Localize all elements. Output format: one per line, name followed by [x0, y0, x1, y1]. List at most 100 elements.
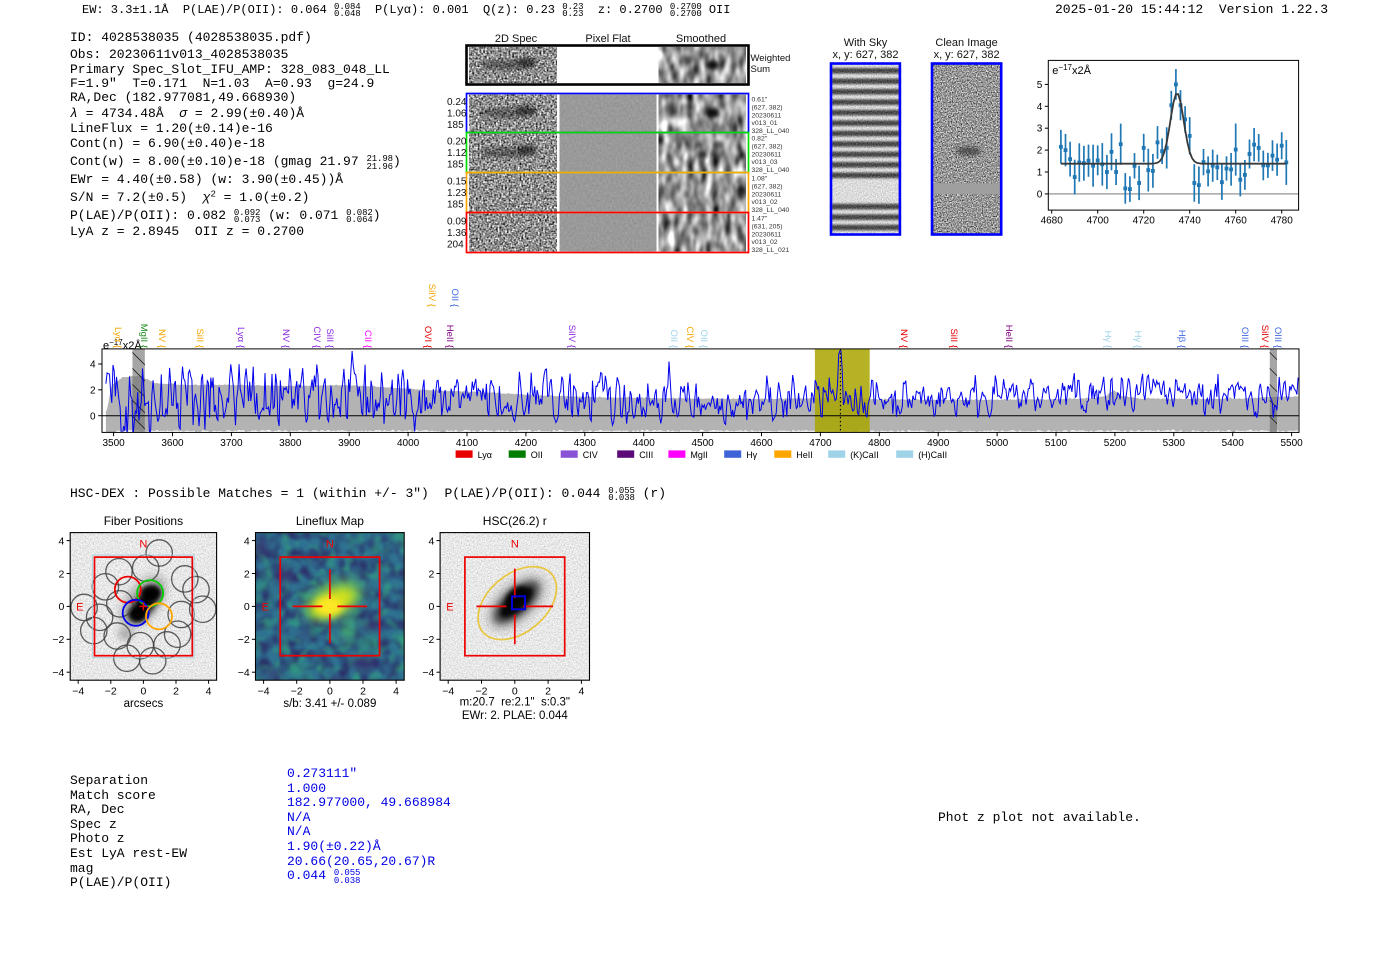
svg-text:5300: 5300 [1163, 438, 1186, 449]
svg-text:SiII {: SiII { [194, 328, 205, 348]
svg-text:328_LL_040: 328_LL_040 [752, 167, 790, 174]
svg-text:0: 0 [327, 686, 333, 698]
svg-text:1.36: 1.36 [447, 228, 467, 239]
svg-text:328_LL_040: 328_LL_040 [752, 207, 790, 214]
svg-text:3900: 3900 [338, 438, 361, 449]
svg-text:1.08": 1.08" [752, 176, 768, 183]
svg-text:NV {: NV { [280, 329, 291, 348]
svg-text:185: 185 [447, 200, 464, 211]
svg-text:SiIV {: SiIV { [426, 284, 437, 307]
svg-text:x, y: 627, 382: x, y: 627, 382 [832, 49, 898, 61]
svg-text:0: 0 [59, 601, 65, 613]
svg-text:s/b: 3.41 +/- 0.089: s/b: 3.41 +/- 0.089 [283, 698, 376, 710]
svg-text:2: 2 [244, 568, 250, 580]
svg-text:1: 1 [1037, 168, 1043, 179]
svg-text:0.09: 0.09 [447, 217, 467, 228]
svg-text:Clean Image: Clean Image [935, 37, 997, 49]
svg-text:328_LL_040: 328_LL_040 [752, 128, 790, 135]
svg-text:5200: 5200 [1104, 438, 1127, 449]
svg-text:4: 4 [393, 686, 399, 698]
svg-text:0: 0 [140, 686, 146, 698]
svg-text:4000: 4000 [397, 438, 420, 449]
svg-text:v013_02: v013_02 [752, 239, 778, 246]
svg-text:HSC(26.2) r: HSC(26.2) r [483, 514, 547, 528]
svg-text:Lyα {: Lyα { [235, 327, 246, 348]
svg-text:204: 204 [447, 240, 464, 251]
svg-text:20230611: 20230611 [752, 231, 782, 238]
svg-text:5: 5 [1037, 80, 1043, 91]
svg-text:(631, 205): (631, 205) [752, 223, 783, 230]
svg-text:−2: −2 [422, 634, 434, 646]
svg-text:1.12: 1.12 [447, 148, 467, 159]
svg-text:5000: 5000 [986, 438, 1009, 449]
svg-text:OIII {: OIII { [1272, 327, 1283, 348]
svg-text:(627, 382): (627, 382) [752, 104, 783, 111]
svg-text:E: E [262, 602, 269, 614]
svg-text:SiIV {: SiIV { [1259, 325, 1270, 348]
svg-text:Lineflux Map: Lineflux Map [296, 514, 364, 528]
svg-text:v013_03: v013_03 [752, 159, 778, 166]
svg-text:185: 185 [447, 120, 464, 131]
svg-text:OII {: OII { [668, 330, 679, 348]
svg-text:−4: −4 [238, 667, 250, 679]
svg-text:e−17x2Å: e−17x2Å [1052, 63, 1091, 77]
svg-text:5100: 5100 [1045, 438, 1068, 449]
svg-text:1.23: 1.23 [447, 188, 467, 199]
svg-text:−2: −2 [52, 634, 64, 646]
svg-text:3600: 3600 [161, 438, 184, 449]
svg-text:4700: 4700 [1087, 215, 1110, 226]
svg-text:Lyα: Lyα [478, 450, 492, 460]
svg-text:NV {: NV { [898, 329, 909, 348]
svg-text:SiII {: SiII { [948, 328, 959, 348]
svg-text:3700: 3700 [220, 438, 243, 449]
svg-text:HeII: HeII [796, 450, 813, 460]
svg-text:0.15: 0.15 [447, 177, 467, 188]
svg-text:0: 0 [1037, 189, 1043, 200]
svg-text:4: 4 [1037, 102, 1043, 113]
svg-text:CII {: CII { [362, 330, 373, 348]
svg-text:4400: 4400 [633, 438, 656, 449]
svg-text:OII: OII [531, 450, 543, 460]
svg-text:−4: −4 [422, 667, 434, 679]
svg-text:Fiber Positions: Fiber Positions [104, 514, 183, 528]
svg-text:4: 4 [206, 686, 212, 698]
svg-text:4680: 4680 [1041, 215, 1064, 226]
svg-text:CIV {: CIV { [311, 326, 322, 348]
svg-text:0.24: 0.24 [447, 97, 467, 108]
svg-text:0.82": 0.82" [752, 136, 768, 143]
svg-text:1.06: 1.06 [447, 109, 467, 120]
svg-text:4780: 4780 [1271, 215, 1294, 226]
svg-text:0: 0 [244, 601, 250, 613]
svg-text:4720: 4720 [1133, 215, 1156, 226]
svg-text:−2: −2 [291, 686, 303, 698]
svg-text:E: E [76, 602, 83, 614]
svg-text:−2: −2 [105, 686, 117, 698]
svg-text:0: 0 [90, 411, 96, 422]
svg-text:−4: −4 [258, 686, 270, 698]
svg-text:2: 2 [59, 568, 65, 580]
svg-text:2: 2 [90, 385, 96, 396]
svg-text:MgII {: MgII { [138, 324, 149, 348]
svg-text:OIII {: OIII { [1239, 327, 1250, 348]
svg-text:5500: 5500 [1280, 438, 1303, 449]
svg-text:−4: −4 [442, 686, 454, 698]
svg-text:(627, 382): (627, 382) [752, 143, 783, 150]
svg-text:Sum: Sum [751, 64, 771, 75]
svg-text:4: 4 [244, 535, 250, 547]
svg-text:(H)CaII: (H)CaII [918, 450, 947, 460]
svg-text:4900: 4900 [927, 438, 950, 449]
svg-text:−4: −4 [72, 686, 84, 698]
svg-text:Hγ {: Hγ { [1132, 331, 1143, 348]
svg-text:4760: 4760 [1225, 215, 1248, 226]
svg-text:Weighted: Weighted [751, 53, 791, 64]
svg-text:Hβ {: Hβ { [1176, 330, 1187, 348]
svg-text:185: 185 [447, 160, 464, 171]
svg-text:0: 0 [428, 601, 434, 613]
svg-text:2: 2 [173, 686, 179, 698]
svg-text:NV {: NV { [156, 329, 167, 348]
svg-text:4600: 4600 [750, 438, 773, 449]
svg-text:CIII: CIII [639, 450, 653, 460]
svg-text:0.61": 0.61" [752, 97, 768, 104]
svg-text:v013_02: v013_02 [752, 199, 778, 206]
svg-text:arcsecs: arcsecs [124, 698, 164, 710]
